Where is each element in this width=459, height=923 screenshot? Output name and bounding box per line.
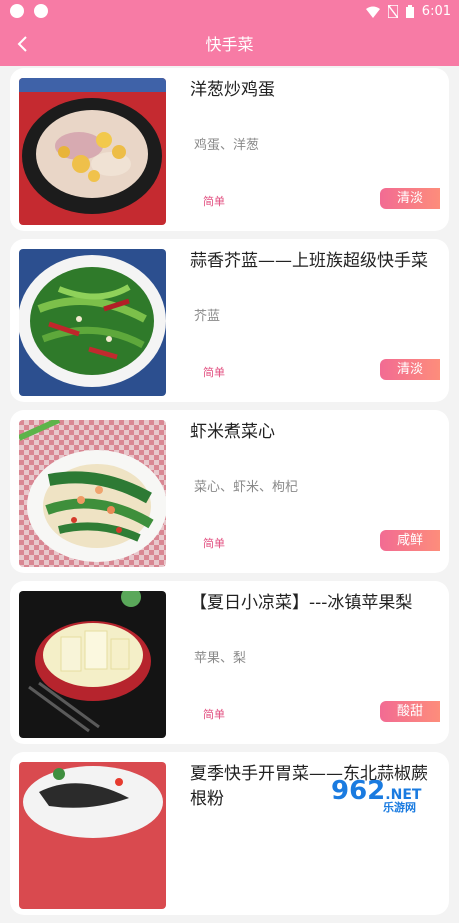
recipe-name: 蒜香芥蓝——上班族超级快手菜 <box>190 251 428 271</box>
app-notification-icon <box>10 4 24 18</box>
recipe-card[interactable]: 蒜香芥蓝——上班族超级快手菜 芥蓝 简单 清淡 <box>10 239 449 402</box>
recipe-image <box>19 591 166 738</box>
clock: 6:01 <box>421 4 451 19</box>
recipe-ingredients: 芥蓝 <box>194 309 221 324</box>
notification-icons <box>10 4 48 18</box>
site-watermark: 962.NET 乐游网 <box>331 772 453 814</box>
recipe-name: 虾米煮菜心 <box>190 422 275 442</box>
recipe-card[interactable]: 虾米煮菜心 菜心、虾米、枸杞 简单 咸鲜 <box>10 410 449 573</box>
recipe-name: 【夏日小凉菜】---冰镇苹果梨 <box>190 593 413 613</box>
recipe-name: 洋葱炒鸡蛋 <box>190 80 275 100</box>
recipe-ingredients: 苹果、梨 <box>194 651 247 666</box>
taste-badge: 酸甜 <box>380 701 440 722</box>
recipe-image <box>19 762 166 909</box>
no-sim-icon <box>387 5 398 18</box>
recipe-ingredients: 鸡蛋、洋葱 <box>194 138 260 153</box>
difficulty-label: 简单 <box>203 195 225 208</box>
difficulty-label: 简单 <box>203 537 225 550</box>
app-bar: 快手菜 <box>0 24 459 66</box>
recipe-card[interactable]: 洋葱炒鸡蛋 鸡蛋、洋葱 简单 清淡 <box>10 68 449 231</box>
recipe-card[interactable]: 【夏日小凉菜】---冰镇苹果梨 苹果、梨 简单 酸甜 <box>10 581 449 744</box>
recipe-ingredients: 菜心、虾米、枸杞 <box>194 480 299 495</box>
taste-badge: 清淡 <box>380 188 440 209</box>
wifi-icon <box>365 6 380 18</box>
page-title: 快手菜 <box>205 35 254 54</box>
taste-badge: 清淡 <box>380 359 440 380</box>
status-bar: 6:01 <box>0 0 459 24</box>
recipe-image <box>19 249 166 396</box>
battery-icon <box>405 5 414 18</box>
difficulty-label: 简单 <box>203 366 225 379</box>
recipe-image <box>19 420 166 567</box>
taste-badge: 咸鲜 <box>380 530 440 551</box>
watermark-site-name: 乐游网 <box>383 801 416 814</box>
recipe-image <box>19 78 166 225</box>
app-notification-icon-2 <box>34 4 48 18</box>
status-indicators: 6:01 <box>365 4 451 19</box>
difficulty-label: 简单 <box>203 708 225 721</box>
